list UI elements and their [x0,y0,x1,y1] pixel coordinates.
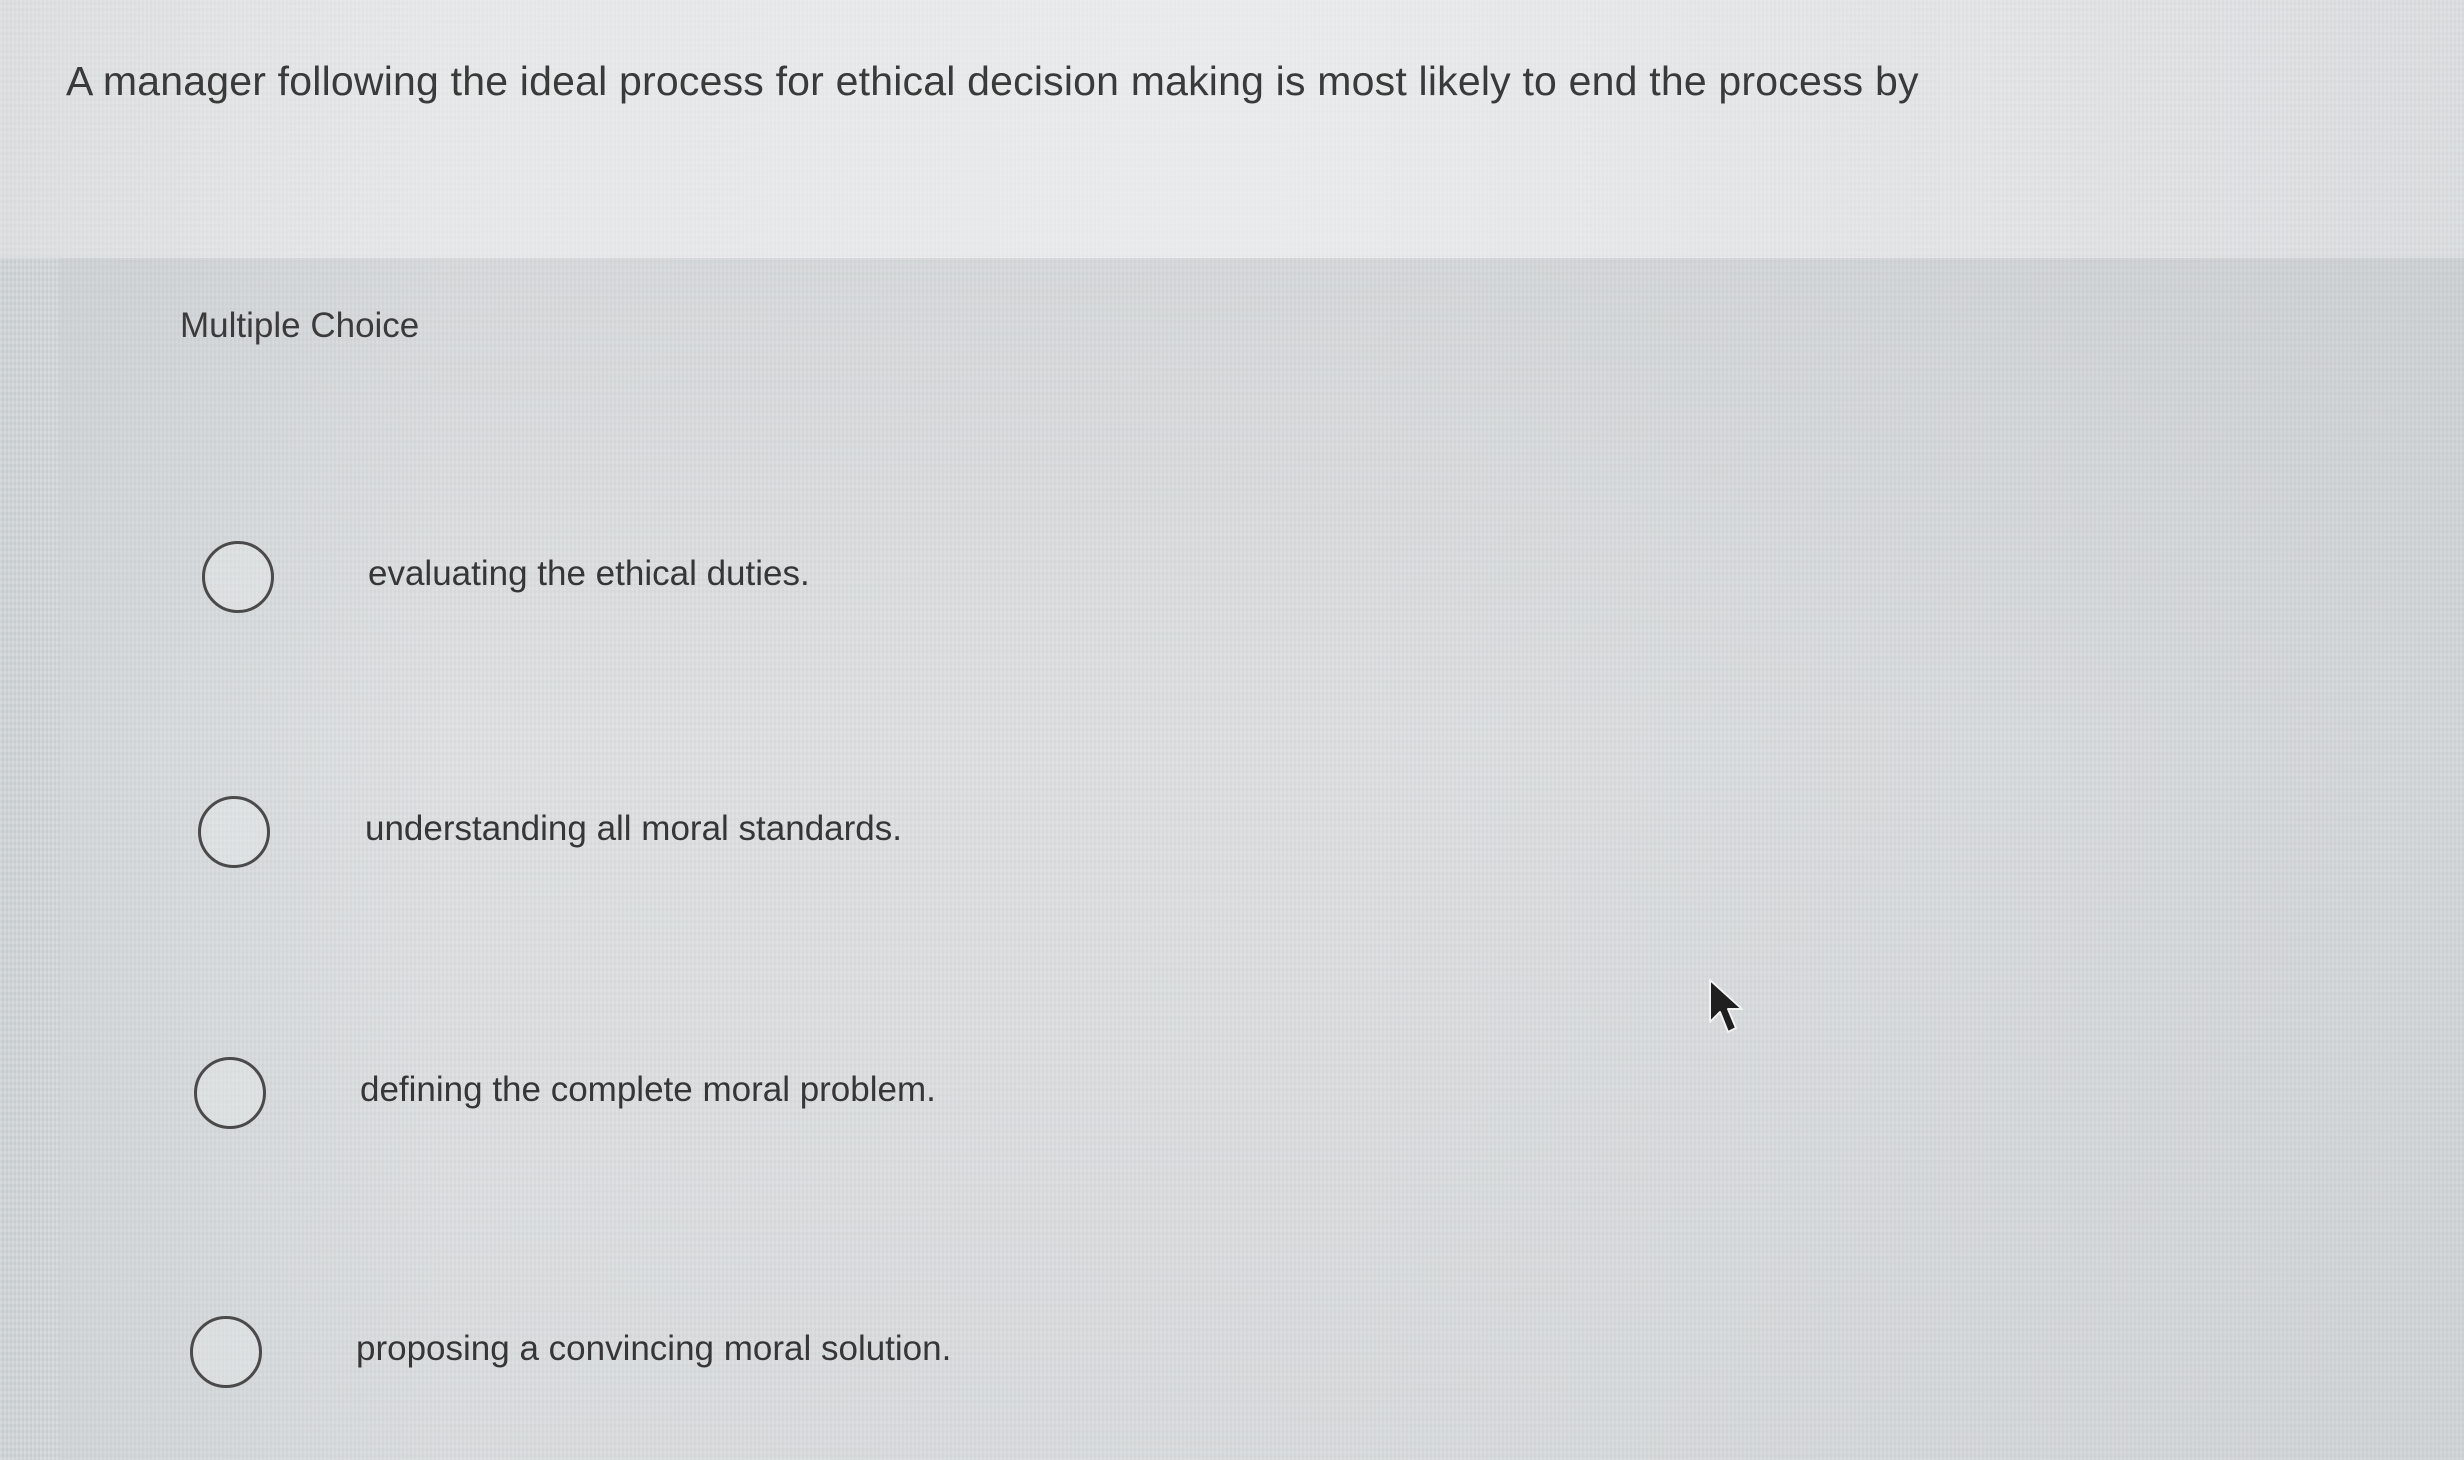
answer-option-2-label[interactable]: understanding all moral standards. [365,809,902,849]
question-header: A manager following the ideal process fo… [0,0,2464,258]
answer-option-4[interactable]: proposing a convincing moral solution. [190,1316,1390,1406]
question-text: A manager following the ideal process fo… [66,58,1919,104]
answer-option-1[interactable]: evaluating the ethical duties. [202,541,1402,631]
radio-button-4[interactable] [190,1316,262,1388]
radio-button-2[interactable] [198,796,270,868]
answer-option-3-label[interactable]: defining the complete moral problem. [360,1070,936,1110]
answer-option-1-label[interactable]: evaluating the ethical duties. [368,554,810,594]
answer-option-4-label[interactable]: proposing a convincing moral solution. [356,1329,951,1369]
answer-option-3[interactable]: defining the complete moral problem. [194,1057,1394,1147]
answer-option-2[interactable]: understanding all moral standards. [198,796,1398,886]
question-type-label: Multiple Choice [180,306,420,345]
mouse-pointer-icon [1709,979,1743,1033]
radio-button-1[interactable] [202,541,274,613]
radio-button-3[interactable] [194,1057,266,1129]
